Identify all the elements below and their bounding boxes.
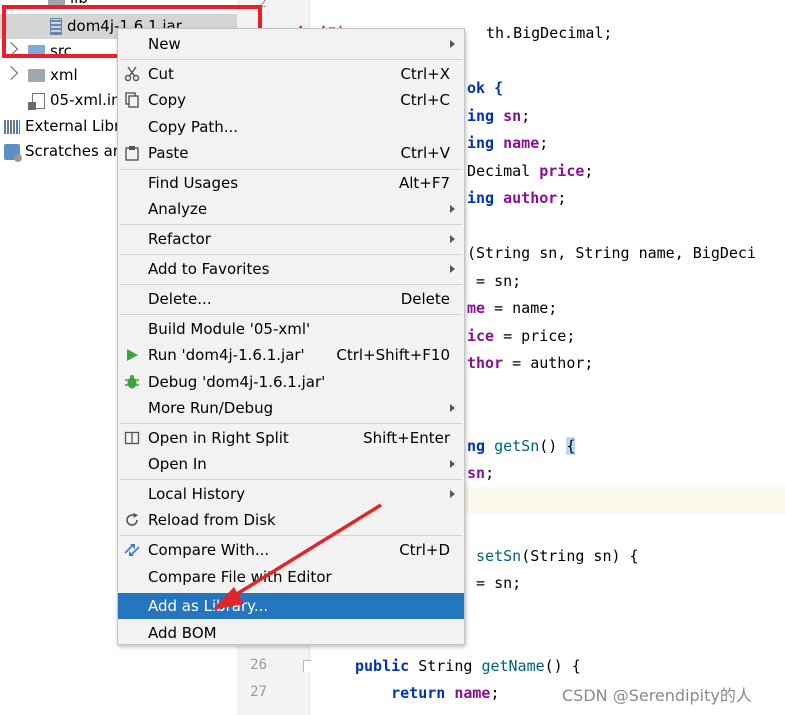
menu-item-debug[interactable]: Debug 'dom4j-1.6.1.jar' (118, 369, 464, 395)
code-line: public String getName() { (355, 657, 581, 675)
menu-separator (120, 254, 462, 255)
code-line: me = name; (467, 299, 558, 317)
code-line: ok { (467, 79, 504, 97)
clipboard-icon (125, 146, 139, 161)
menu-item-more-run-debug[interactable]: More Run/Debug (118, 395, 464, 421)
code-line: = sn; (467, 574, 522, 592)
menu-item-analyze[interactable]: Analyze (118, 196, 464, 222)
menu-separator (120, 479, 462, 480)
code-line: thor = author; (467, 354, 594, 372)
submenu-arrow-icon (450, 404, 455, 412)
menu-item-delete[interactable]: Delete... Delete (118, 286, 464, 312)
submenu-arrow-icon (450, 460, 455, 468)
menu-separator (120, 535, 462, 536)
line-number: 27 (250, 684, 267, 700)
menu-item-build-module[interactable]: Build Module '05-xml' (118, 316, 464, 342)
menu-item-open-in-right-split[interactable]: Open in Right Split Shift+Enter (118, 425, 464, 451)
code-line: sn; (467, 464, 495, 482)
submenu-arrow-icon (450, 265, 455, 273)
code-line: ing author; (467, 189, 567, 207)
menu-item-reload-from-disk[interactable]: Reload from Disk (118, 507, 464, 533)
code-line: ng getSn() { (467, 437, 576, 455)
module-file-icon (28, 92, 45, 110)
menu-separator (120, 59, 462, 60)
reload-icon (126, 513, 138, 526)
tree-item-scratches[interactable]: Scratches an (4, 139, 122, 164)
menu-separator (120, 423, 462, 424)
copy-icon (125, 92, 139, 108)
code-line: Decimal price; (467, 162, 594, 180)
menu-item-paste[interactable]: Paste Ctrl+V (118, 140, 464, 166)
context-menu: New Cut Ctrl+X Copy Ctrl+C Copy Path... … (117, 28, 465, 645)
code-line: setSn(String sn) { (476, 547, 639, 565)
code-line: ing name; (467, 134, 549, 152)
folder-icon (28, 69, 45, 82)
code-line: ing sn; (467, 107, 531, 125)
scratches-icon (4, 143, 22, 162)
menu-item-find-usages[interactable]: Find Usages Alt+F7 (118, 170, 464, 196)
menu-item-add-as-library[interactable]: Add as Library... (118, 593, 464, 619)
menu-separator (120, 224, 462, 225)
watermark: CSDN @Serendipity的人 (562, 686, 752, 705)
menu-item-compare-with[interactable]: Compare With... Ctrl+D (118, 537, 464, 563)
code-line: (String sn, String name, BigDeci (467, 244, 756, 262)
menu-item-open-in[interactable]: Open In (118, 451, 464, 477)
run-icon (127, 349, 138, 361)
menu-separator (120, 284, 462, 285)
submenu-arrow-icon (450, 205, 455, 213)
line-number: 26 (250, 657, 267, 673)
menu-item-copy-path[interactable]: Copy Path... (118, 114, 464, 140)
menu-item-local-history[interactable]: Local History (118, 481, 464, 507)
tree-item-external-libraries[interactable]: External Libr (4, 114, 120, 139)
code-line: th.BigDecimal; (486, 24, 613, 42)
menu-item-compare-file-with-editor[interactable]: Compare File with Editor (118, 564, 464, 590)
menu-item-copy[interactable]: Copy Ctrl+C (118, 87, 464, 113)
menu-separator (120, 314, 462, 315)
chevron-right-icon[interactable] (3, 65, 19, 81)
menu-item-run[interactable]: Run 'dom4j-1.6.1.jar' Ctrl+Shift+F10 (118, 342, 464, 368)
code-line: = sn; (467, 272, 522, 290)
menu-item-cut[interactable]: Cut Ctrl+X (118, 61, 464, 87)
compare-icon (124, 544, 140, 556)
submenu-arrow-icon (450, 490, 455, 498)
menu-item-add-to-favorites[interactable]: Add to Favorites (118, 256, 464, 282)
scissors-icon (124, 66, 140, 82)
debug-icon (125, 375, 139, 389)
tree-item-xml[interactable]: xml (3, 63, 78, 88)
code-line: return name; (391, 684, 500, 702)
submenu-arrow-icon (450, 235, 455, 243)
menu-item-new[interactable]: New (118, 31, 464, 57)
split-icon (124, 431, 140, 445)
submenu-arrow-icon (450, 40, 455, 48)
code-line: ice = price; (467, 327, 576, 345)
libraries-icon (4, 119, 20, 134)
menu-item-refactor[interactable]: Refactor (118, 226, 464, 252)
tree-item-iml[interactable]: 05-xml.im (28, 88, 126, 113)
menu-item-add-bom[interactable]: Add BOM (118, 620, 464, 646)
